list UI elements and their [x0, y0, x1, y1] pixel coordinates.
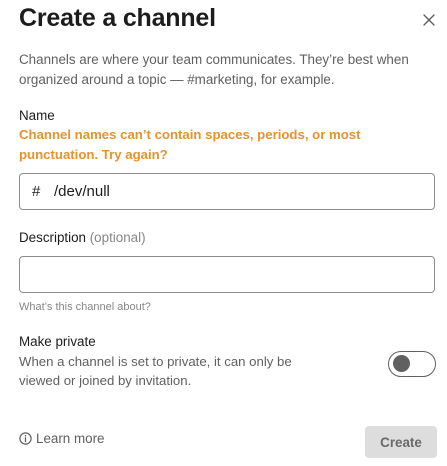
dialog-description: Channels are where your team communicate… — [19, 52, 409, 87]
name-error-message: Channel names can’t contain spaces, peri… — [19, 127, 361, 162]
dialog-title: Create a channel — [19, 4, 216, 32]
name-input[interactable] — [54, 174, 424, 209]
learn-more-link[interactable]: Learn more — [19, 431, 104, 446]
make-private-description: When a channel is set to private, it can… — [19, 354, 292, 388]
description-label: Description (optional) — [19, 229, 146, 247]
name-label: Name — [19, 108, 55, 123]
name-field[interactable]: # — [19, 173, 435, 210]
make-private-label: Make private — [19, 334, 96, 349]
create-button[interactable]: Create — [365, 426, 437, 458]
description-label-text: Description — [19, 230, 86, 245]
hash-icon: # — [32, 183, 41, 200]
make-private-toggle[interactable] — [388, 351, 436, 377]
description-input[interactable] — [32, 257, 422, 292]
optional-tag: (optional) — [89, 230, 146, 245]
learn-more-label: Learn more — [36, 431, 105, 446]
toggle-knob — [393, 355, 410, 372]
close-icon[interactable] — [418, 9, 440, 31]
info-icon — [19, 432, 32, 445]
description-hint: What’s this channel about? — [19, 301, 151, 313]
description-field[interactable] — [19, 256, 435, 293]
